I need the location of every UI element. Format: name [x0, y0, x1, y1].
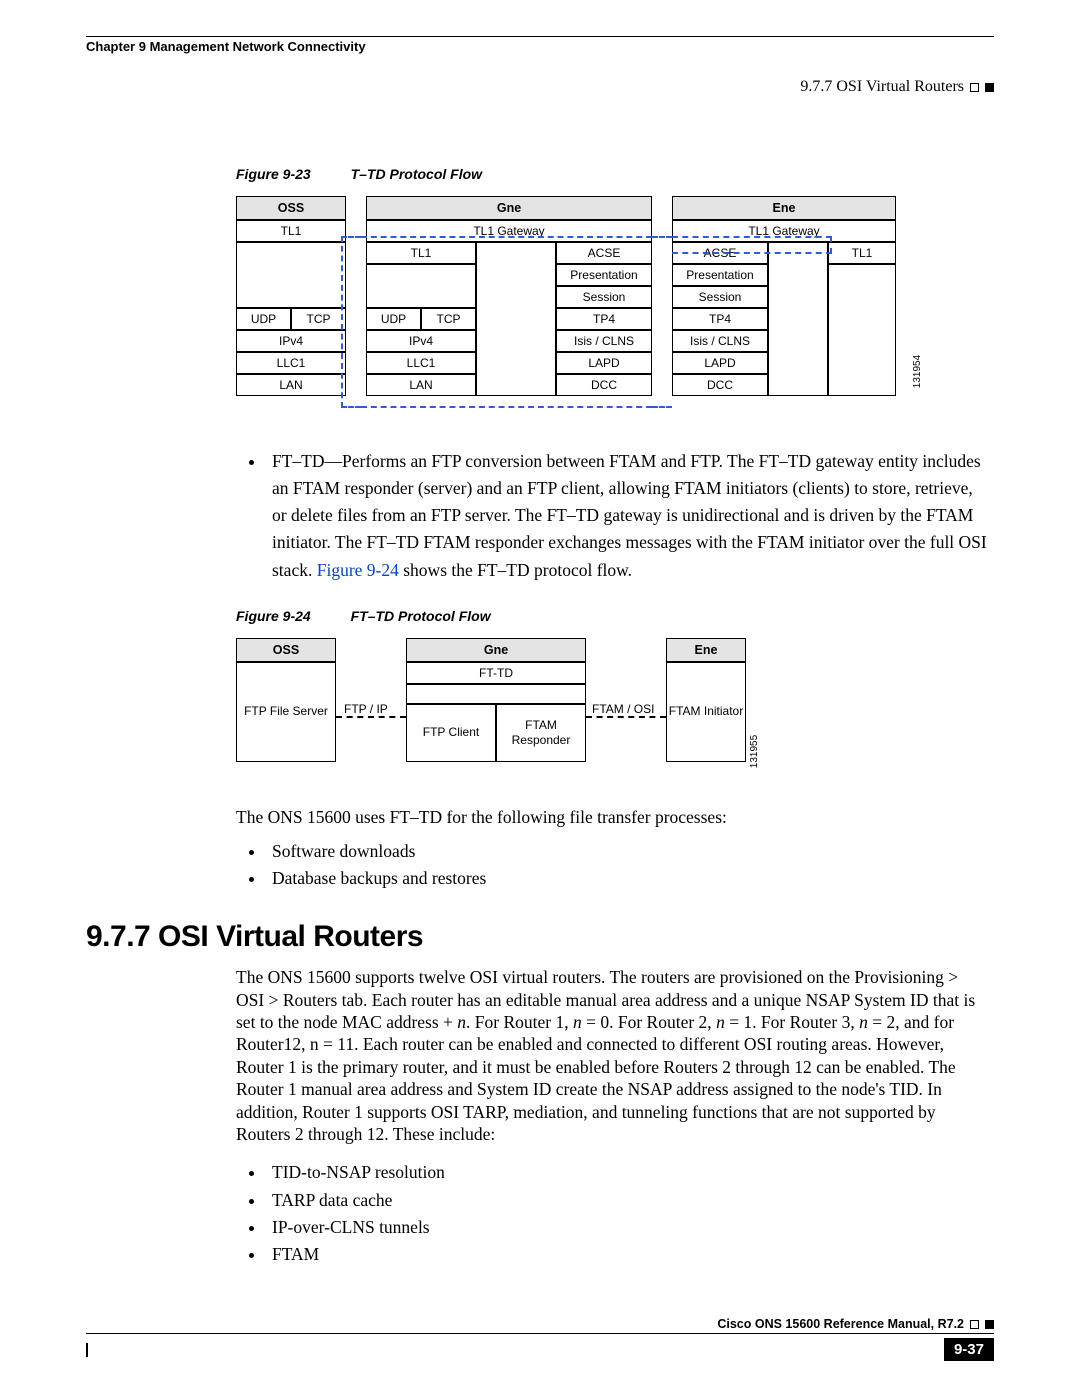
figure-number: Figure 9-23: [236, 166, 311, 182]
manual-title: Cisco ONS 15600 Reference Manual, R7.2: [717, 1317, 964, 1331]
cell-dcc: DCC: [672, 374, 768, 396]
cell-lapd: LAPD: [672, 352, 768, 374]
oss-header: OSS: [236, 638, 336, 662]
cell-empty: [768, 242, 828, 396]
figure-title: FT–TD Protocol Flow: [351, 608, 491, 624]
flow-line: [361, 236, 652, 408]
body-text: = 0. For Router 2,: [582, 1012, 716, 1032]
label-ftp-ip: FTP / IP: [344, 702, 388, 716]
list-item: Database backups and restores: [266, 865, 990, 892]
var-n: n: [716, 1012, 725, 1032]
gne-header: Gne: [406, 638, 586, 662]
cell-udp: UDP: [236, 308, 291, 330]
cell-empty: [406, 684, 586, 704]
label-ftam-osi: FTAM / OSI: [592, 702, 654, 716]
page-footer: Cisco ONS 15600 Reference Manual, R7.2 9…: [86, 1317, 994, 1361]
oss-header: OSS: [236, 196, 346, 220]
figure-24-link[interactable]: Figure 9-24: [317, 560, 399, 580]
section-heading: 9.7.7 OSI Virtual Routers: [86, 920, 994, 954]
cell-ftam-initiator: FTAM Initiator: [666, 662, 746, 762]
footer-tick: [86, 1343, 88, 1357]
ft-td-description: FT–TD—Performs an FTP conversion between…: [266, 448, 990, 584]
flow-line: [341, 236, 361, 408]
list-item: Software downloads: [266, 838, 990, 865]
body-text: . For Router 1,: [466, 1012, 573, 1032]
diagram-id: 131955: [749, 734, 760, 767]
marker-icon: [985, 1320, 994, 1329]
cell-empty: [828, 264, 896, 396]
cell-empty: [236, 242, 346, 308]
marker-icon: [970, 83, 979, 92]
flow-line: [652, 236, 672, 408]
cell-ftp-file-server: FTP File Server: [236, 662, 336, 762]
cell-tp4: TP4: [672, 308, 768, 330]
paragraph-ft-td-uses: The ONS 15600 uses FT–TD for the followi…: [236, 806, 990, 828]
var-n: n: [859, 1012, 868, 1032]
cell-fttd: FT-TD: [406, 662, 586, 684]
section-breadcrumb: 9.7.7 OSI Virtual Routers: [800, 78, 964, 96]
marker-icon: [985, 83, 994, 92]
body-text: shows the FT–TD protocol flow.: [399, 560, 632, 580]
diagram-id: 131954: [912, 355, 923, 388]
cell-ipv4: IPv4: [236, 330, 346, 352]
ene-header: Ene: [672, 196, 896, 220]
label: FTP File Server: [244, 704, 328, 718]
ene-header: Ene: [666, 638, 746, 662]
footer-rule: [86, 1333, 994, 1334]
cell-ftp-client: FTP Client: [406, 704, 496, 762]
list-item: TARP data cache: [266, 1187, 990, 1214]
figure-24-diagram: OSS FTP File Server FTP / IP Gne FT-TD F…: [236, 638, 756, 788]
cell-presentation: Presentation: [672, 264, 768, 286]
flow-line: [336, 716, 406, 718]
figure-24-caption: Figure 9-24 FT–TD Protocol Flow: [236, 608, 994, 624]
cell-llc1: LLC1: [236, 352, 346, 374]
figure-23-diagram: OSS TL1 UDP TCP IPv4 LLC1 LAN Gne TL1 Ga…: [236, 196, 916, 426]
var-n: n: [457, 1012, 466, 1032]
cell-isis: Isis / CLNS: [672, 330, 768, 352]
page-number: 9-37: [944, 1338, 994, 1361]
cell-lan: LAN: [236, 374, 346, 396]
list-item: FTAM: [266, 1241, 990, 1268]
flow-line: [586, 716, 666, 718]
marker-icon: [970, 1320, 979, 1329]
flow-line: [672, 236, 832, 254]
figure-title: T–TD Protocol Flow: [351, 166, 482, 182]
header-rule-top: [86, 36, 994, 37]
cell-session: Session: [672, 286, 768, 308]
gne-header: Gne: [366, 196, 652, 220]
cell-tl1: TL1: [828, 242, 896, 264]
body-text: = 1. For Router 3,: [725, 1012, 859, 1032]
figure-23-caption: Figure 9-23 T–TD Protocol Flow: [236, 166, 994, 182]
list-item: TID-to-NSAP resolution: [266, 1159, 990, 1186]
cell-tl1: TL1: [236, 220, 346, 242]
var-n: n: [573, 1012, 582, 1032]
cell-ftam-responder: FTAM Responder: [496, 704, 586, 762]
figure-number: Figure 9-24: [236, 608, 311, 624]
paragraph-osi-virtual-routers: The ONS 15600 supports twelve OSI virtua…: [236, 966, 990, 1145]
cell-tcp: TCP: [291, 308, 346, 330]
chapter-title: Chapter 9 Management Network Connectivit…: [86, 39, 366, 54]
list-item: IP-over-CLNS tunnels: [266, 1214, 990, 1241]
